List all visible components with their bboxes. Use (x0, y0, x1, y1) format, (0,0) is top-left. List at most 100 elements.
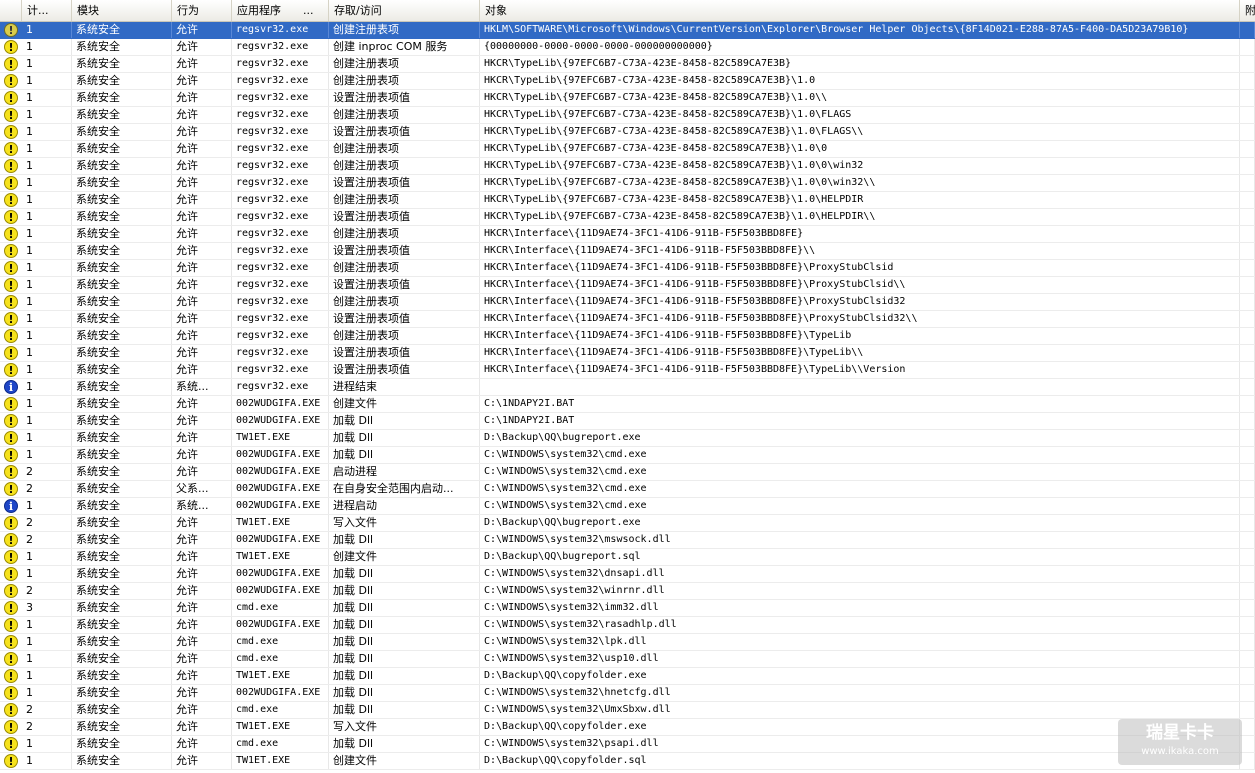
column-header-object[interactable]: 对象 (480, 0, 1240, 21)
table-row[interactable]: ! 1 系统安全 允许 regsvr32.exe 创建注册表项 HKCR\Interface… (0, 260, 1255, 277)
table-row[interactable]: ! 1 系统安全 允许 regsvr32.exe 创建注册表项 HKCR\TypeLib\{… (0, 73, 1255, 90)
table-row[interactable]: ! 1 系统安全 允许 002WUDGIFA.EXE 加载 Dll C:\WINDOWS\s… (0, 447, 1255, 464)
column-header-action[interactable]: 行为 (172, 0, 232, 21)
table-row[interactable]: i 1 系统安全 系统... 002WUDGIFA.EXE 进程启动 C:\WINDOWS\… (0, 498, 1255, 515)
access-cell: 加载 Dll (329, 430, 480, 446)
table-row[interactable]: ! 1 系统安全 允许 regsvr32.exe 创建注册表项 HKCR\Interface… (0, 226, 1255, 243)
table-row[interactable]: ! 1 系统安全 允许 regsvr32.exe 创建注册表项 HKCR\Interface… (0, 328, 1255, 345)
table-row[interactable]: ! 1 系统安全 允许 cmd.exe 加载 Dll C:\WINDOWS\system32… (0, 634, 1255, 651)
app-cell: regsvr32.exe (232, 175, 329, 191)
object-cell: HKCR\Interface\{11D9AE74-3FC1-41D6-911B-… (480, 345, 1240, 361)
extra-cell (1240, 617, 1255, 633)
column-header-more[interactable]: ... (298, 0, 329, 21)
action-cell: 允许 (172, 260, 232, 276)
table-row[interactable]: ! 1 系统安全 允许 cmd.exe 加载 Dll C:\WINDOWS\system32… (0, 651, 1255, 668)
module-cell: 系统安全 (72, 379, 172, 395)
table-row[interactable]: ! 1 系统安全 允许 regsvr32.exe 创建注册表项 HKCR\TypeLib\{… (0, 158, 1255, 175)
table-row[interactable]: ! 2 系统安全 允许 cmd.exe 加载 Dll C:\WINDOWS\system32… (0, 702, 1255, 719)
column-header-count[interactable]: 计... (22, 0, 72, 21)
table-row[interactable]: ! 2 系统安全 父系... 002WUDGIFA.EXE 在自身安全范围内启动... C:… (0, 481, 1255, 498)
table-row[interactable]: ! 1 系统安全 允许 regsvr32.exe 创建 inproc COM 服务 {000… (0, 39, 1255, 56)
table-row[interactable]: ! 1 系统安全 允许 regsvr32.exe 设置注册表项值 HKCR\Interfac… (0, 345, 1255, 362)
module-cell: 系统安全 (72, 124, 172, 140)
table-row[interactable]: ! 1 系统安全 允许 regsvr32.exe 创建注册表项 HKCR\TypeLib\{… (0, 107, 1255, 124)
watermark-url: www.ikaka.com (1141, 746, 1219, 757)
info-icon: i (4, 380, 18, 394)
table-row[interactable]: ! 1 系统安全 允许 regsvr32.exe 创建注册表项 HKCR\Interface… (0, 294, 1255, 311)
module-cell: 系统安全 (72, 566, 172, 582)
access-cell: 加载 Dll (329, 736, 480, 752)
column-header-icon[interactable] (0, 0, 22, 21)
action-cell: 允许 (172, 566, 232, 582)
table-row[interactable]: ! 1 系统安全 允许 002WUDGIFA.EXE 加载 Dll C:\WINDOWS\s… (0, 685, 1255, 702)
table-row[interactable]: ! 1 系统安全 允许 002WUDGIFA.EXE 加载 Dll C:\1NDAPY2I.… (0, 413, 1255, 430)
extra-cell (1240, 651, 1255, 667)
column-header-access[interactable]: 存取/访问 (329, 0, 480, 21)
count-cell: 1 (22, 396, 72, 412)
warning-icon: ! (4, 125, 18, 139)
table-row[interactable]: ! 1 系统安全 允许 regsvr32.exe 设置注册表项值 HKCR\Interfac… (0, 277, 1255, 294)
count-cell: 1 (22, 22, 72, 38)
table-row[interactable]: ! 1 系统安全 允许 regsvr32.exe 创建注册表项 HKCR\TypeLib\{… (0, 192, 1255, 209)
module-cell: 系统安全 (72, 345, 172, 361)
table-row[interactable]: ! 1 系统安全 允许 002WUDGIFA.EXE 创建文件 C:\1NDAPY2I.BA… (0, 396, 1255, 413)
access-cell: 创建注册表项 (329, 73, 480, 89)
access-cell: 加载 Dll (329, 668, 480, 684)
warning-icon: ! (4, 431, 18, 445)
action-cell: 允许 (172, 90, 232, 106)
table-row[interactable]: ! 1 系统安全 允许 regsvr32.exe 创建注册表项 HKLM\SOFTWARE\… (0, 22, 1255, 39)
warning-icon: ! (4, 346, 18, 360)
object-cell: HKCR\TypeLib\{97EFC6B7-C73A-423E-8458-82… (480, 73, 1240, 89)
table-row[interactable]: ! 1 系统安全 允许 regsvr32.exe 设置注册表项值 HKCR\Interfac… (0, 243, 1255, 260)
table-row[interactable]: ! 2 系统安全 允许 002WUDGIFA.EXE 启动进程 C:\WINDOWS\sys… (0, 464, 1255, 481)
table-row[interactable]: ! 1 系统安全 允许 regsvr32.exe 设置注册表项值 HKCR\TypeLib\… (0, 175, 1255, 192)
module-cell: 系统安全 (72, 736, 172, 752)
app-cell: 002WUDGIFA.EXE (232, 481, 329, 497)
module-cell: 系统安全 (72, 651, 172, 667)
extra-cell (1240, 277, 1255, 293)
table-row[interactable]: ! 1 系统安全 允许 TW1ET.EXE 创建文件 D:\Backup\QQ\copyfo… (0, 753, 1255, 770)
extra-cell (1240, 430, 1255, 446)
table-row[interactable]: ! 1 系统安全 允许 regsvr32.exe 设置注册表项值 HKCR\TypeLib\… (0, 209, 1255, 226)
extra-cell (1240, 583, 1255, 599)
action-cell: 允许 (172, 107, 232, 123)
app-cell: cmd.exe (232, 600, 329, 616)
object-cell: HKCR\Interface\{11D9AE74-3FC1-41D6-911B-… (480, 362, 1240, 378)
table-row[interactable]: ! 1 系统安全 允许 regsvr32.exe 设置注册表项值 HKCR\TypeLib\… (0, 124, 1255, 141)
table-row[interactable]: ! 2 系统安全 允许 TW1ET.EXE 写入文件 D:\Backup\QQ\bugrep… (0, 515, 1255, 532)
table-row[interactable]: ! 2 系统安全 允许 002WUDGIFA.EXE 加载 Dll C:\WINDOWS\s… (0, 532, 1255, 549)
table-row[interactable]: ! 1 系统安全 允许 002WUDGIFA.EXE 加载 Dll C:\WINDOWS\s… (0, 566, 1255, 583)
action-cell: 允许 (172, 345, 232, 361)
column-header-extra[interactable]: 附 (1240, 0, 1255, 21)
table-row[interactable]: ! 1 系统安全 允许 TW1ET.EXE 加载 Dll D:\Backup\QQ\copy… (0, 668, 1255, 685)
table-row[interactable]: ! 2 系统安全 允许 TW1ET.EXE 写入文件 D:\Backup\QQ\copyfo… (0, 719, 1255, 736)
app-cell: cmd.exe (232, 651, 329, 667)
count-cell: 1 (22, 413, 72, 429)
table-row[interactable]: ! 1 系统安全 允许 regsvr32.exe 创建注册表项 HKCR\TypeLib\{… (0, 141, 1255, 158)
access-cell: 加载 Dll (329, 634, 480, 650)
access-cell: 设置注册表项值 (329, 345, 480, 361)
table-row[interactable]: i 1 系统安全 系统... regsvr32.exe 进程结束 (0, 379, 1255, 396)
warning-icon: ! (4, 210, 18, 224)
table-row[interactable]: ! 1 系统安全 允许 regsvr32.exe 创建注册表项 HKCR\TypeLib\{… (0, 56, 1255, 73)
table-row[interactable]: ! 1 系统安全 允许 TW1ET.EXE 创建文件 D:\Backup\QQ\bugrep… (0, 549, 1255, 566)
table-row[interactable]: ! 1 系统安全 允许 002WUDGIFA.EXE 加载 Dll C:\WINDOWS\s… (0, 617, 1255, 634)
column-header-module[interactable]: 模块 (72, 0, 172, 21)
column-header-app[interactable]: 应用程序 (232, 0, 298, 21)
app-cell: 002WUDGIFA.EXE (232, 413, 329, 429)
module-cell: 系统安全 (72, 192, 172, 208)
table-row[interactable]: ! 1 系统安全 允许 regsvr32.exe 设置注册表项值 HKCR\Interfac… (0, 362, 1255, 379)
access-cell: 创建文件 (329, 753, 480, 769)
table-row[interactable]: ! 1 系统安全 允许 cmd.exe 加载 Dll C:\WINDOWS\system32… (0, 736, 1255, 753)
table-row[interactable]: ! 2 系统安全 允许 002WUDGIFA.EXE 加载 Dll C:\WINDOWS\s… (0, 583, 1255, 600)
table-row[interactable]: ! 1 系统安全 允许 TW1ET.EXE 加载 Dll D:\Backup\QQ\bugr… (0, 430, 1255, 447)
warning-icon: ! (4, 312, 18, 326)
module-cell: 系统安全 (72, 430, 172, 446)
table-row[interactable]: ! 1 系统安全 允许 regsvr32.exe 设置注册表项值 HKCR\TypeLib\… (0, 90, 1255, 107)
module-cell: 系统安全 (72, 583, 172, 599)
action-cell: 允许 (172, 362, 232, 378)
count-cell: 1 (22, 209, 72, 225)
table-row[interactable]: ! 1 系统安全 允许 regsvr32.exe 设置注册表项值 HKCR\Interfac… (0, 311, 1255, 328)
extra-cell (1240, 702, 1255, 718)
table-row[interactable]: ! 3 系统安全 允许 cmd.exe 加载 Dll C:\WINDOWS\system32… (0, 600, 1255, 617)
